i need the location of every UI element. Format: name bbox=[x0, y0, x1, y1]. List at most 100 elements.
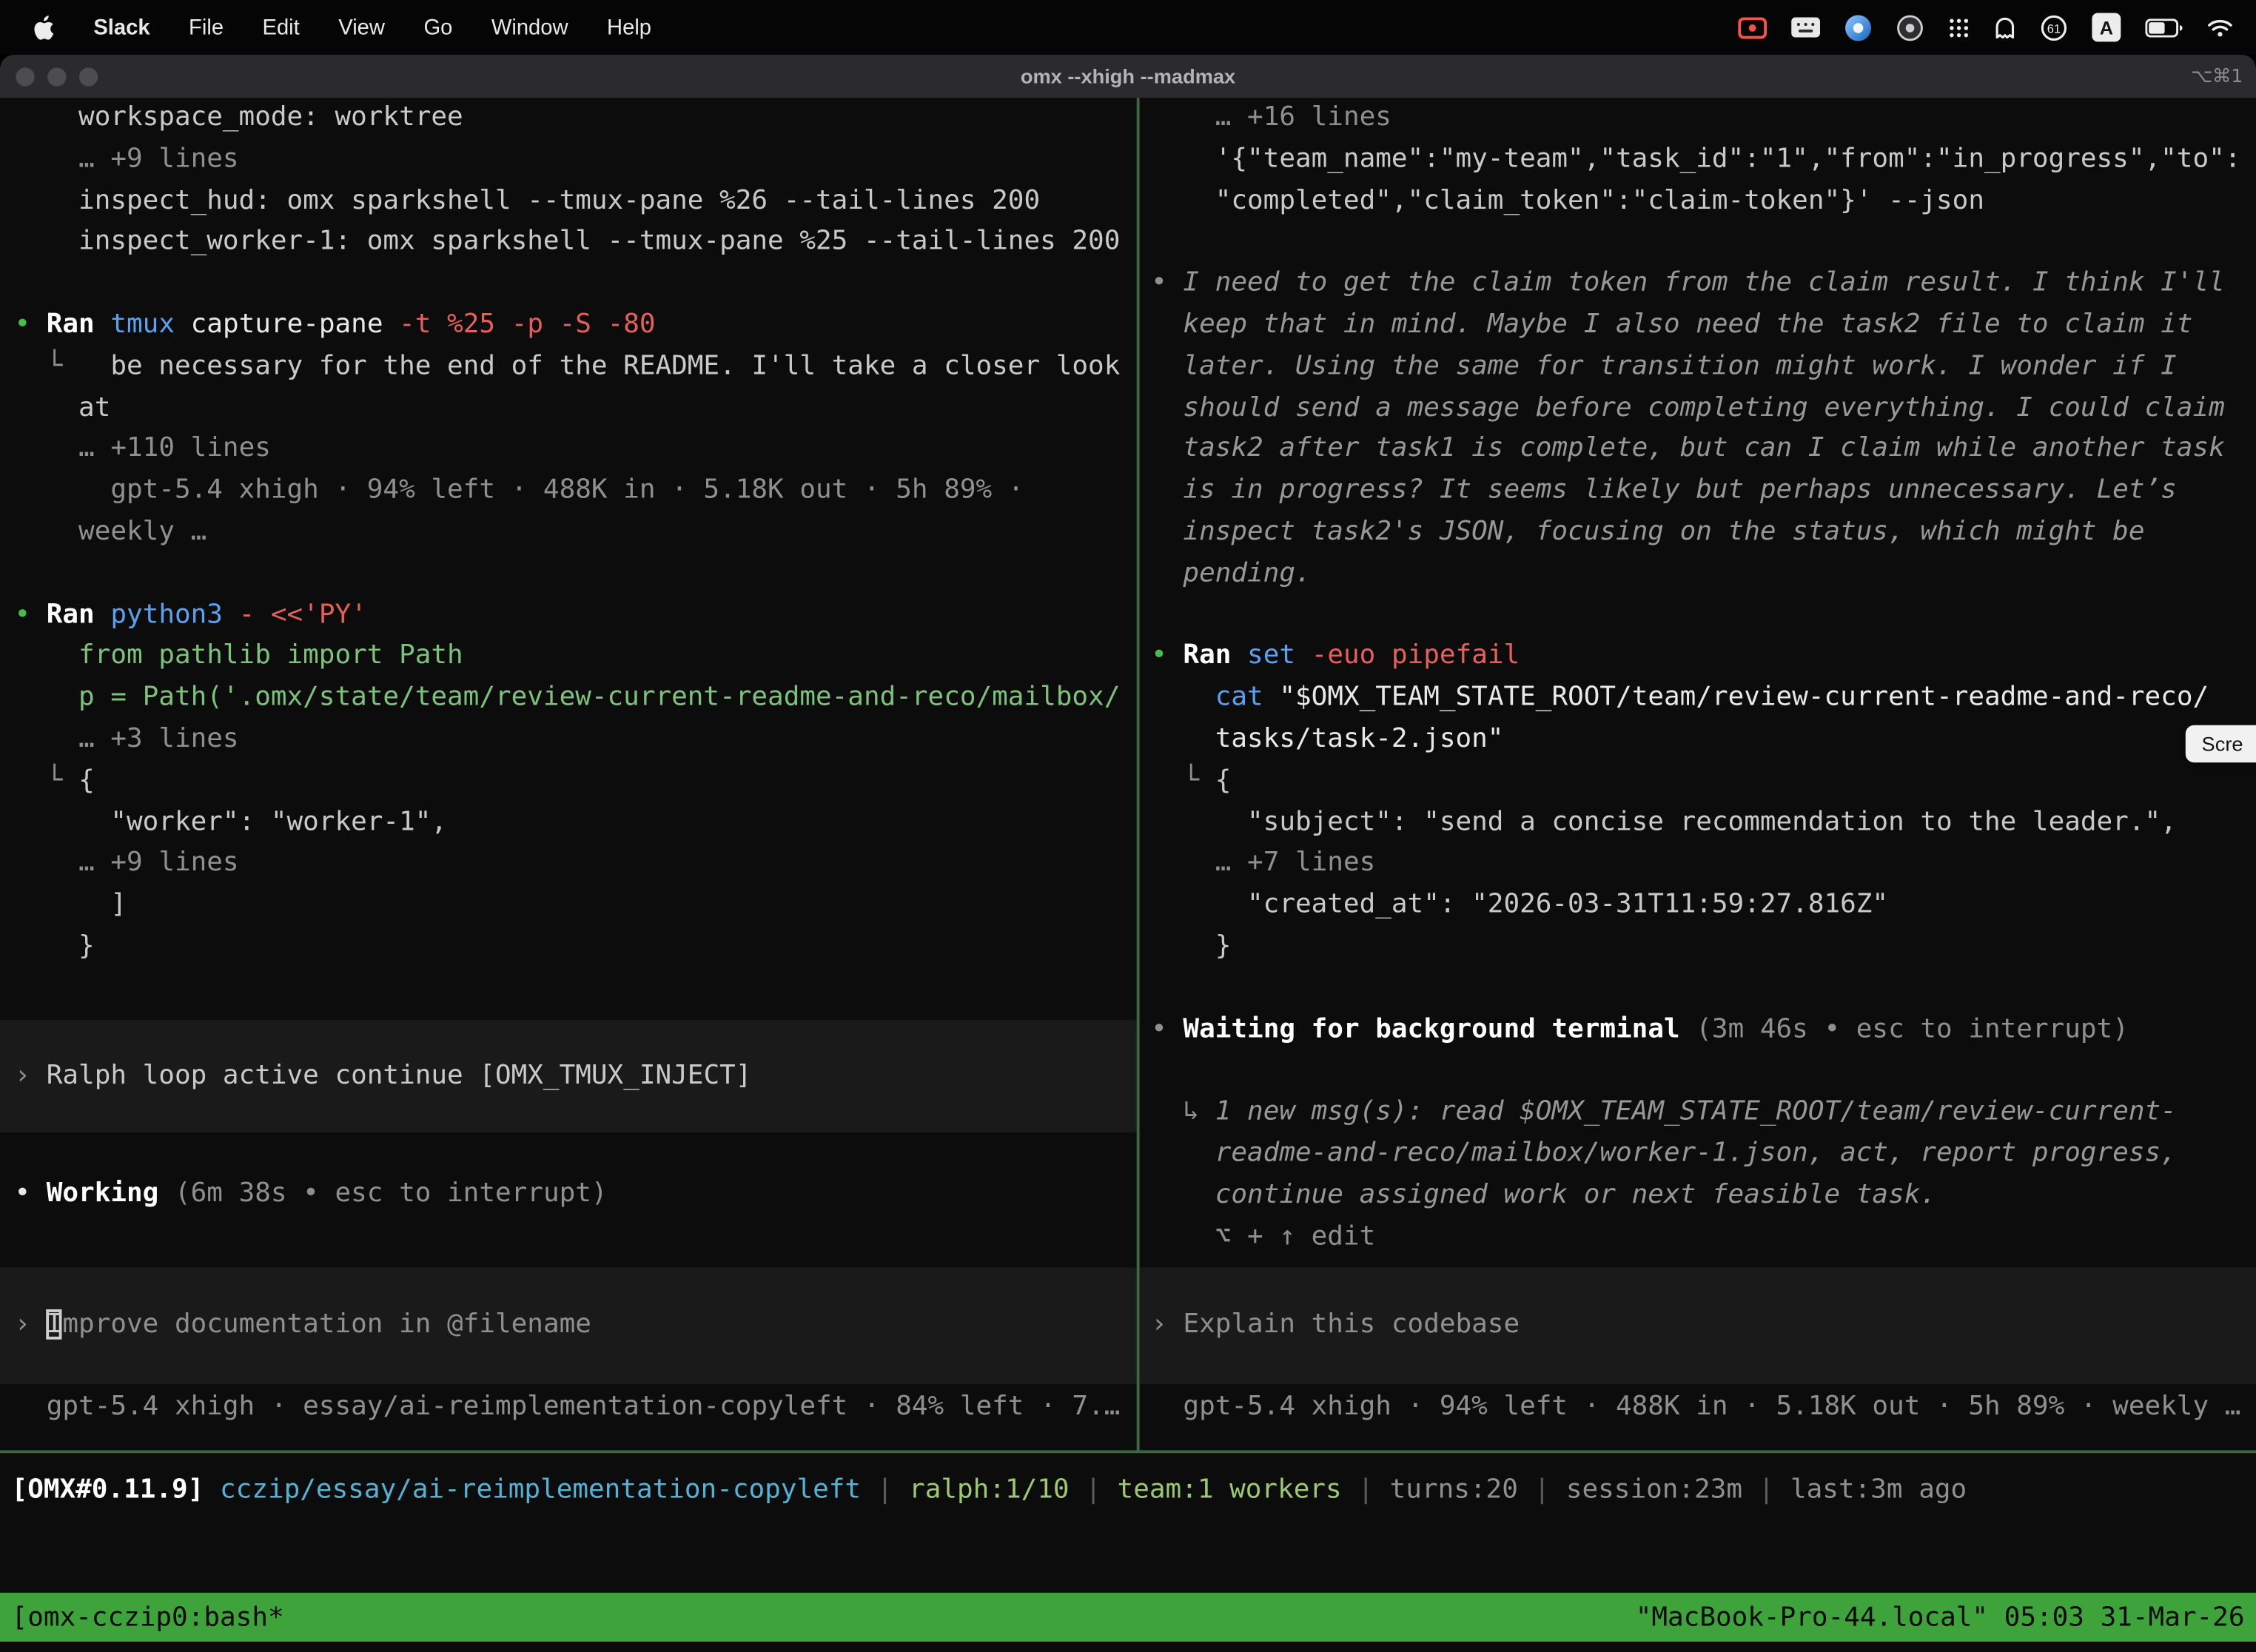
minimize-button[interactable] bbox=[47, 67, 66, 85]
traffic-lights bbox=[16, 55, 98, 98]
prompt-input-right[interactable]: › Explain this codebase bbox=[1140, 1268, 2256, 1384]
terminal-line: ⌥ + ↑ edit bbox=[1140, 1217, 2256, 1258]
text-segment: cat bbox=[1215, 682, 1280, 713]
menu-file[interactable]: File bbox=[189, 15, 224, 39]
text-segment: | bbox=[1742, 1474, 1790, 1505]
terminal-line: is in progress? It seems likely but perh… bbox=[1140, 471, 2256, 512]
tmux-host-clock-label: "MacBook-Pro-44.local" 05:03 31-Mar-26 bbox=[1636, 1602, 2245, 1633]
text-segment: • bbox=[14, 1178, 46, 1209]
terminal-line: } bbox=[0, 927, 1137, 968]
text-segment: at bbox=[14, 392, 110, 423]
text-segment: tasks/task-2.json" bbox=[1151, 724, 1503, 754]
terminal-line bbox=[1140, 968, 2256, 1010]
text-segment: { bbox=[1215, 765, 1232, 796]
screen: Slack File Edit View Go Window Help bbox=[0, 0, 2256, 1652]
terminal-line bbox=[0, 968, 1137, 1010]
text-segment: └ bbox=[14, 765, 78, 796]
text-segment: { bbox=[78, 765, 95, 796]
dark-circle-icon[interactable] bbox=[1896, 13, 1924, 41]
terminal-line: • Ran tmux capture-pane -t %25 -p -S -80 bbox=[0, 305, 1137, 346]
terminal-line: └ { bbox=[0, 761, 1137, 802]
text-segment bbox=[14, 434, 78, 464]
text-segment: … +110 lines bbox=[78, 434, 271, 464]
input-source-icon[interactable]: A bbox=[2092, 13, 2121, 41]
terminal-line: p = Path('.omx/state/team/review-current… bbox=[0, 678, 1137, 719]
text-segment: last:3m ago bbox=[1790, 1474, 1967, 1505]
terminal-line bbox=[1140, 222, 2256, 263]
terminal-line: └ { bbox=[1140, 761, 2256, 802]
blue-app-icon[interactable] bbox=[1844, 13, 1872, 41]
queued-prompt-left[interactable]: › Ralph loop active continue [OMX_TMUX_I… bbox=[0, 1019, 1137, 1132]
tmux-status-bar: [omx-cczip0:bash* "MacBook-Pro-44.local"… bbox=[0, 1593, 2256, 1642]
tmux-pane-left[interactable]: workspace_mode: worktree … +9 lines insp… bbox=[0, 98, 1137, 1450]
wifi-icon[interactable] bbox=[2207, 18, 2233, 36]
omx-status-line: [OMX#0.11.9] cczip/essay/ai-reimplementa… bbox=[0, 1471, 2256, 1512]
text-segment: | bbox=[1518, 1474, 1566, 1505]
prompt-input-left[interactable]: › Improve documentation in @filename bbox=[0, 1268, 1137, 1384]
menu-app-name[interactable]: Slack bbox=[93, 15, 150, 39]
text-segment: inspect_worker-1: omx sparkshell --tmux-… bbox=[14, 226, 1120, 257]
text-segment: capture-pane bbox=[191, 309, 399, 340]
text-segment: Ran bbox=[47, 600, 111, 630]
ghost-icon[interactable] bbox=[1994, 16, 2015, 38]
menu-edit[interactable]: Edit bbox=[263, 15, 300, 39]
menu-go[interactable]: Go bbox=[423, 15, 452, 39]
text-segment: task2 after task1 is complete, but can I… bbox=[1151, 434, 2225, 464]
text-segment: ⌥ + ↑ edit bbox=[1151, 1220, 1375, 1251]
text-segment: | bbox=[1070, 1474, 1118, 1505]
terminal-line: "created_at": "2026-03-31T11:59:27.816Z" bbox=[1140, 885, 2256, 927]
terminal-line: … +9 lines bbox=[0, 139, 1137, 181]
zoom-button[interactable] bbox=[79, 67, 98, 85]
text-segment: … +7 lines bbox=[1215, 848, 1376, 879]
terminal-line: } bbox=[1140, 927, 2256, 968]
terminal-line bbox=[1140, 1051, 2256, 1092]
terminal-line: … +16 lines bbox=[1140, 98, 2256, 139]
menu-view[interactable]: View bbox=[338, 15, 385, 39]
left-pane-spacer bbox=[0, 1215, 1137, 1268]
menu-bar-status-items: 61 A bbox=[1738, 13, 2233, 41]
text-segment bbox=[1151, 102, 1215, 132]
prompt-input-line[interactable]: › Improve documentation in @filename bbox=[0, 1306, 1137, 1347]
terminal-area: workspace_mode: worktree … +9 lines insp… bbox=[0, 98, 2256, 1450]
text-segment: └ bbox=[14, 351, 110, 381]
terminal-line: weekly … bbox=[0, 512, 1137, 554]
terminal-line: ↳ 1 new msg(s): read $OMX_TEAM_STATE_ROO… bbox=[1140, 1092, 2256, 1134]
tmux-pane-right[interactable]: … +16 lines '{"team_name":"my-team","tas… bbox=[1140, 98, 2256, 1450]
prompt-suggestion[interactable]: › Explain this codebase bbox=[1140, 1306, 2256, 1347]
terminal-line: continue assigned work or next feasible … bbox=[1140, 1175, 2256, 1217]
terminal-window: omx --xhigh --madmax ⌥⌘1 workspace_mode:… bbox=[0, 55, 2256, 1652]
close-button[interactable] bbox=[16, 67, 34, 85]
dots-grid-icon[interactable] bbox=[1948, 16, 1970, 38]
battery-icon[interactable] bbox=[2145, 18, 2183, 36]
keyboard-icon[interactable] bbox=[1791, 17, 1820, 37]
screen-recording-icon[interactable] bbox=[1738, 16, 1767, 38]
text-segment: gpt-5.4 xhigh · 94% left · 488K in · 5.1… bbox=[14, 475, 1024, 506]
terminal-line: inspect_worker-1: omx sparkshell --tmux-… bbox=[0, 222, 1137, 263]
text-segment: set bbox=[1247, 641, 1312, 671]
text-segment: readme-and-reco/mailbox/worker-1.json, a… bbox=[1151, 1138, 2177, 1168]
text-segment: [OMX#0.11.9] bbox=[12, 1474, 220, 1505]
left-pane-content: workspace_mode: worktree … +9 lines insp… bbox=[0, 98, 1137, 1215]
text-segment bbox=[14, 144, 78, 174]
text-segment: • bbox=[14, 309, 46, 340]
text-segment: pending. bbox=[1151, 558, 1312, 588]
text-segment: I bbox=[47, 1309, 63, 1340]
terminal-line: "subject": "send a concise recommendatio… bbox=[1140, 802, 2256, 844]
text-segment: from pathlib import Path bbox=[14, 641, 463, 671]
text-segment: -t %25 -p -S -80 bbox=[399, 309, 655, 340]
apple-icon[interactable] bbox=[32, 13, 55, 41]
menu-window[interactable]: Window bbox=[491, 15, 568, 39]
tmux-session-label: [omx-cczip0:bash* bbox=[12, 1602, 284, 1633]
terminal-line: gpt-5.4 xhigh · essay/ai-reimplementatio… bbox=[0, 1387, 1137, 1428]
terminal-line: • Ran python3 - <<'PY' bbox=[0, 595, 1137, 637]
terminal-line: later. Using the same for transition mig… bbox=[1140, 346, 2256, 388]
text-segment: "created_at": "2026-03-31T11:59:27.816Z" bbox=[1151, 890, 1888, 920]
text-segment: › bbox=[14, 1060, 46, 1090]
text-segment: continue assigned work or next feasible … bbox=[1151, 1179, 1936, 1209]
window-titlebar[interactable]: omx --xhigh --madmax ⌥⌘1 bbox=[0, 55, 2256, 98]
menu-bar-left: Slack File Edit View Go Window Help bbox=[32, 13, 651, 41]
menu-help[interactable]: Help bbox=[607, 15, 651, 39]
omx-status-bar: [OMX#0.11.9] cczip/essay/ai-reimplementa… bbox=[0, 1453, 2256, 1593]
terminal-line bbox=[0, 263, 1137, 305]
battery-gauge-icon[interactable]: 61 bbox=[2040, 13, 2067, 41]
